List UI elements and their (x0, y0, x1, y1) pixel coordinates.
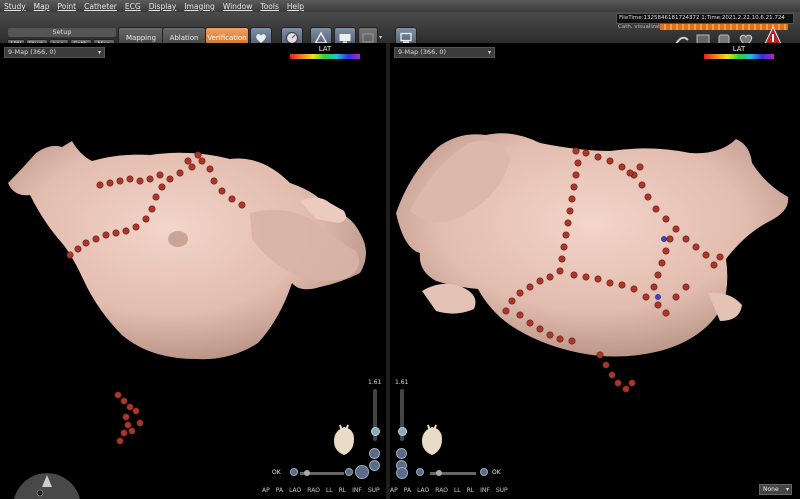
left-map-view[interactable]: 9-Map (366, 0) ▾ LAT 1.61 OK AP PA LAO R… (0, 43, 386, 499)
left-zoom-knob[interactable] (371, 427, 380, 436)
chevron-down-icon: ▾ (487, 49, 491, 56)
none-dropdown-label: None (763, 486, 779, 493)
right-lat-label: LAT (732, 45, 746, 53)
right-view-buttons: AP PA LAO RAO LL RL INF SUP (390, 487, 508, 494)
right-zoom-value: 1.61 (395, 379, 409, 386)
right-heart-thumbnail-icon[interactable] (418, 423, 446, 457)
left-view-inf[interactable]: INF (352, 487, 362, 494)
left-reset-view-button[interactable] (369, 460, 380, 471)
right-view-ll[interactable]: LL (454, 487, 461, 494)
toolbar: Setup HW Study Loc. Cath. Map Mapping Ab… (0, 12, 800, 51)
right-ok-label: OK (492, 469, 501, 476)
left-shading-button[interactable] (355, 465, 369, 479)
left-view-sup[interactable]: SUP (368, 487, 380, 494)
menu-help[interactable]: Help (283, 2, 308, 11)
right-opacity-knob[interactable] (436, 470, 442, 476)
left-heart-model[interactable] (0, 43, 386, 499)
right-view-inf[interactable]: INF (480, 487, 490, 494)
left-ok-label: OK (272, 469, 281, 476)
menu-catheter[interactable]: Catheter (80, 2, 121, 11)
menu-point[interactable]: Point (53, 2, 80, 11)
right-view-lao[interactable]: LAO (417, 487, 429, 494)
left-map-name: 9-Map (366, 0) (8, 48, 57, 56)
right-opacity-max-button[interactable] (480, 468, 488, 476)
menu-tools[interactable]: Tools (256, 2, 282, 11)
left-view-ll[interactable]: LL (326, 487, 333, 494)
right-heart-model[interactable] (390, 43, 800, 499)
left-lat-color-bar (290, 54, 360, 59)
chevron-down-icon: ▾ (97, 49, 101, 56)
right-shading-button[interactable] (396, 467, 408, 479)
chevron-down-icon: ▾ (785, 486, 789, 493)
right-zoom-knob[interactable] (398, 427, 407, 436)
left-view-buttons: AP PA LAO RAO LL RL INF SUP (262, 487, 380, 494)
menu-study[interactable]: Study (0, 2, 30, 11)
left-view-lao[interactable]: LAO (289, 487, 301, 494)
left-zoom-value: 1.61 (368, 379, 382, 386)
right-view-rl[interactable]: RL (467, 487, 475, 494)
setup-label: Setup (8, 28, 116, 37)
right-view-ap[interactable]: AP (390, 487, 398, 494)
right-view-pa[interactable]: PA (404, 487, 411, 494)
right-lat-color-bar (704, 54, 774, 59)
menu-imaging[interactable]: Imaging (180, 2, 218, 11)
menu-map[interactable]: Map (30, 2, 54, 11)
right-map-selector[interactable]: 9-Map (366, 0) ▾ (394, 47, 495, 58)
left-view-pa[interactable]: PA (276, 487, 283, 494)
left-lat-label: LAT (318, 45, 332, 53)
right-view-sup[interactable]: SUP (496, 487, 508, 494)
left-opacity-min-button[interactable] (290, 468, 298, 476)
left-zoom-out-button[interactable] (369, 448, 380, 459)
left-view-rl[interactable]: RL (339, 487, 347, 494)
right-map-view[interactable]: 9-Map (366, 0) ▾ LAT 1.61 OK AP PA LAO R… (390, 43, 800, 499)
left-opacity-knob[interactable] (304, 470, 310, 476)
right-zoom-out-button[interactable] (396, 448, 407, 459)
chevron-down-icon[interactable]: ▾ (379, 34, 382, 41)
left-heart-thumbnail-icon[interactable] (330, 423, 358, 457)
menu-display[interactable]: Display (145, 2, 181, 11)
left-view-rao[interactable]: RAO (307, 487, 320, 494)
right-opacity-min-button[interactable] (416, 468, 424, 476)
left-orientation-compass[interactable] (14, 473, 80, 499)
right-map-name: 9-Map (366, 0) (398, 48, 447, 56)
left-opacity-max-button[interactable] (345, 468, 353, 476)
left-view-ap[interactable]: AP (262, 487, 270, 494)
menu-bar: Study Map Point Catheter ECG Display Ima… (0, 0, 800, 12)
right-view-rao[interactable]: RAO (435, 487, 448, 494)
menu-ecg[interactable]: ECG (121, 2, 145, 11)
menu-window[interactable]: Window (219, 2, 257, 11)
none-dropdown[interactable]: None ▾ (759, 484, 792, 495)
left-map-selector[interactable]: 9-Map (366, 0) ▾ (4, 47, 105, 58)
